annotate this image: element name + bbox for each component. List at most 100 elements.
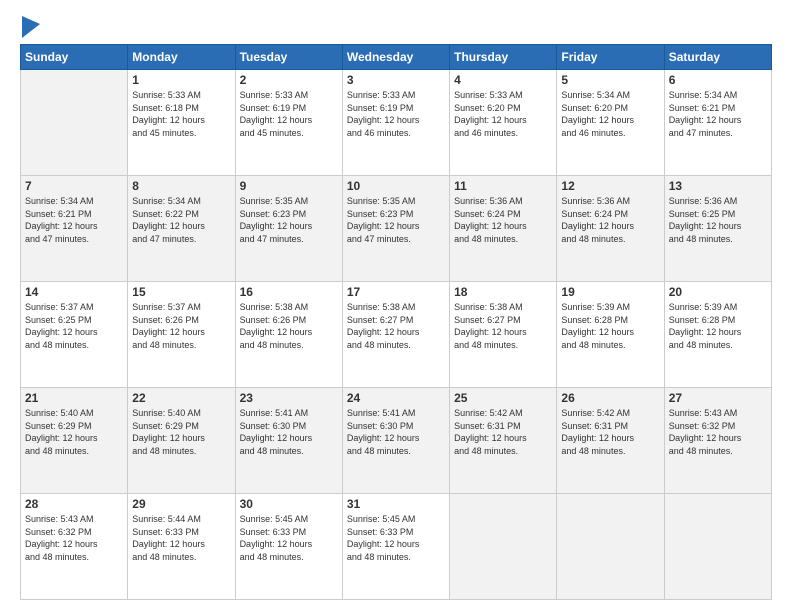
calendar-page: SundayMondayTuesdayWednesdayThursdayFrid… <box>0 0 792 612</box>
cell-day-number: 29 <box>132 497 230 511</box>
calendar-cell: 23 Sunrise: 5:41 AMSunset: 6:30 PMDayligh… <box>235 388 342 494</box>
cell-daylight-info: Sunrise: 5:38 AMSunset: 6:27 PMDaylight:… <box>347 301 445 351</box>
cell-day-number: 16 <box>240 285 338 299</box>
calendar-header-row: SundayMondayTuesdayWednesdayThursdayFrid… <box>21 45 772 70</box>
calendar-week-row: 28 Sunrise: 5:43 AMSunset: 6:32 PMDayligh… <box>21 494 772 600</box>
cell-day-number: 14 <box>25 285 123 299</box>
calendar-cell: 15Sunrise: 5:37 AMSunset: 6:26 PMDayligh… <box>128 282 235 388</box>
col-header-sunday: Sunday <box>21 45 128 70</box>
cell-daylight-info: Sunrise: 5:40 AMSunset: 6:29 PMDaylight:… <box>132 407 230 457</box>
calendar-cell: 1 Sunrise: 5:33 AMSunset: 6:18 PMDaylight… <box>128 70 235 176</box>
cell-daylight-info: Sunrise: 5:35 AMSunset: 6:23 PMDaylight:… <box>240 195 338 245</box>
cell-daylight-info: Sunrise: 5:36 AMSunset: 6:24 PMDaylight:… <box>454 195 552 245</box>
cell-day-number: 2 <box>240 73 338 87</box>
cell-day-number: 20 <box>669 285 767 299</box>
calendar-table: SundayMondayTuesdayWednesdayThursdayFrid… <box>20 44 772 600</box>
calendar-week-row: 7 Sunrise: 5:34 AMSunset: 6:21 PMDaylight… <box>21 176 772 282</box>
cell-day-number: 13 <box>669 179 767 193</box>
calendar-cell: 2 Sunrise: 5:33 AMSunset: 6:19 PMDaylight… <box>235 70 342 176</box>
col-header-friday: Friday <box>557 45 664 70</box>
cell-day-number: 8 <box>132 179 230 193</box>
cell-day-number: 10 <box>347 179 445 193</box>
cell-day-number: 5 <box>561 73 659 87</box>
cell-day-number: 27 <box>669 391 767 405</box>
calendar-cell: 29 Sunrise: 5:44 AMSunset: 6:33 PMDayligh… <box>128 494 235 600</box>
cell-daylight-info: Sunrise: 5:33 AMSunset: 6:19 PMDaylight:… <box>347 89 445 139</box>
calendar-cell: 30 Sunrise: 5:45 AMSunset: 6:33 PMDayligh… <box>235 494 342 600</box>
header <box>20 18 772 38</box>
cell-day-number: 7 <box>25 179 123 193</box>
cell-day-number: 30 <box>240 497 338 511</box>
cell-daylight-info: Sunrise: 5:42 AMSunset: 6:31 PMDaylight:… <box>454 407 552 457</box>
cell-day-number: 1 <box>132 73 230 87</box>
cell-daylight-info: Sunrise: 5:45 AMSunset: 6:33 PMDaylight:… <box>240 513 338 563</box>
calendar-cell: 11Sunrise: 5:36 AMSunset: 6:24 PMDayligh… <box>450 176 557 282</box>
cell-daylight-info: Sunrise: 5:40 AMSunset: 6:29 PMDaylight:… <box>25 407 123 457</box>
calendar-cell: 28 Sunrise: 5:43 AMSunset: 6:32 PMDayligh… <box>21 494 128 600</box>
cell-day-number: 4 <box>454 73 552 87</box>
cell-day-number: 31 <box>347 497 445 511</box>
cell-daylight-info: Sunrise: 5:36 AMSunset: 6:25 PMDaylight:… <box>669 195 767 245</box>
cell-day-number: 21 <box>25 391 123 405</box>
cell-daylight-info: Sunrise: 5:39 AMSunset: 6:28 PMDaylight:… <box>669 301 767 351</box>
calendar-cell: 24 Sunrise: 5:41 AMSunset: 6:30 PMDayligh… <box>342 388 449 494</box>
calendar-week-row: 14 Sunrise: 5:37 AMSunset: 6:25 PMDayligh… <box>21 282 772 388</box>
calendar-week-row: 1 Sunrise: 5:33 AMSunset: 6:18 PMDaylight… <box>21 70 772 176</box>
cell-daylight-info: Sunrise: 5:38 AMSunset: 6:26 PMDaylight:… <box>240 301 338 351</box>
calendar-cell: 8 Sunrise: 5:34 AMSunset: 6:22 PMDaylight… <box>128 176 235 282</box>
logo-icon <box>22 16 40 38</box>
cell-day-number: 24 <box>347 391 445 405</box>
calendar-cell: 3 Sunrise: 5:33 AMSunset: 6:19 PMDaylight… <box>342 70 449 176</box>
cell-daylight-info: Sunrise: 5:34 AMSunset: 6:22 PMDaylight:… <box>132 195 230 245</box>
cell-daylight-info: Sunrise: 5:43 AMSunset: 6:32 PMDaylight:… <box>25 513 123 563</box>
col-header-tuesday: Tuesday <box>235 45 342 70</box>
cell-daylight-info: Sunrise: 5:39 AMSunset: 6:28 PMDaylight:… <box>561 301 659 351</box>
calendar-cell: 10Sunrise: 5:35 AMSunset: 6:23 PMDayligh… <box>342 176 449 282</box>
calendar-cell: 13 Sunrise: 5:36 AMSunset: 6:25 PMDayligh… <box>664 176 771 282</box>
cell-daylight-info: Sunrise: 5:37 AMSunset: 6:25 PMDaylight:… <box>25 301 123 351</box>
cell-day-number: 22 <box>132 391 230 405</box>
cell-daylight-info: Sunrise: 5:44 AMSunset: 6:33 PMDaylight:… <box>132 513 230 563</box>
cell-daylight-info: Sunrise: 5:33 AMSunset: 6:18 PMDaylight:… <box>132 89 230 139</box>
cell-daylight-info: Sunrise: 5:42 AMSunset: 6:31 PMDaylight:… <box>561 407 659 457</box>
cell-daylight-info: Sunrise: 5:34 AMSunset: 6:21 PMDaylight:… <box>25 195 123 245</box>
col-header-monday: Monday <box>128 45 235 70</box>
calendar-week-row: 21 Sunrise: 5:40 AMSunset: 6:29 PMDayligh… <box>21 388 772 494</box>
col-header-saturday: Saturday <box>664 45 771 70</box>
cell-daylight-info: Sunrise: 5:33 AMSunset: 6:19 PMDaylight:… <box>240 89 338 139</box>
cell-day-number: 25 <box>454 391 552 405</box>
cell-daylight-info: Sunrise: 5:45 AMSunset: 6:33 PMDaylight:… <box>347 513 445 563</box>
calendar-cell: 4 Sunrise: 5:33 AMSunset: 6:20 PMDaylight… <box>450 70 557 176</box>
col-header-wednesday: Wednesday <box>342 45 449 70</box>
cell-day-number: 3 <box>347 73 445 87</box>
calendar-cell: 14 Sunrise: 5:37 AMSunset: 6:25 PMDayligh… <box>21 282 128 388</box>
calendar-cell: 12Sunrise: 5:36 AMSunset: 6:24 PMDayligh… <box>557 176 664 282</box>
calendar-cell: 31 Sunrise: 5:45 AMSunset: 6:33 PMDayligh… <box>342 494 449 600</box>
cell-daylight-info: Sunrise: 5:38 AMSunset: 6:27 PMDaylight:… <box>454 301 552 351</box>
cell-day-number: 9 <box>240 179 338 193</box>
calendar-cell <box>21 70 128 176</box>
calendar-cell: 7 Sunrise: 5:34 AMSunset: 6:21 PMDaylight… <box>21 176 128 282</box>
cell-daylight-info: Sunrise: 5:41 AMSunset: 6:30 PMDaylight:… <box>240 407 338 457</box>
calendar-cell <box>450 494 557 600</box>
cell-daylight-info: Sunrise: 5:33 AMSunset: 6:20 PMDaylight:… <box>454 89 552 139</box>
cell-daylight-info: Sunrise: 5:36 AMSunset: 6:24 PMDaylight:… <box>561 195 659 245</box>
cell-daylight-info: Sunrise: 5:34 AMSunset: 6:20 PMDaylight:… <box>561 89 659 139</box>
calendar-cell <box>557 494 664 600</box>
cell-day-number: 18 <box>454 285 552 299</box>
calendar-cell: 20 Sunrise: 5:39 AMSunset: 6:28 PMDayligh… <box>664 282 771 388</box>
cell-day-number: 23 <box>240 391 338 405</box>
calendar-cell: 9 Sunrise: 5:35 AMSunset: 6:23 PMDaylight… <box>235 176 342 282</box>
cell-daylight-info: Sunrise: 5:34 AMSunset: 6:21 PMDaylight:… <box>669 89 767 139</box>
col-header-thursday: Thursday <box>450 45 557 70</box>
cell-day-number: 19 <box>561 285 659 299</box>
cell-day-number: 17 <box>347 285 445 299</box>
calendar-cell: 18 Sunrise: 5:38 AMSunset: 6:27 PMDayligh… <box>450 282 557 388</box>
calendar-cell: 26Sunrise: 5:42 AMSunset: 6:31 PMDayligh… <box>557 388 664 494</box>
cell-daylight-info: Sunrise: 5:37 AMSunset: 6:26 PMDaylight:… <box>132 301 230 351</box>
calendar-cell: 5 Sunrise: 5:34 AMSunset: 6:20 PMDaylight… <box>557 70 664 176</box>
cell-daylight-info: Sunrise: 5:41 AMSunset: 6:30 PMDaylight:… <box>347 407 445 457</box>
calendar-cell: 27Sunrise: 5:43 AMSunset: 6:32 PMDayligh… <box>664 388 771 494</box>
cell-day-number: 28 <box>25 497 123 511</box>
calendar-cell: 6Sunrise: 5:34 AMSunset: 6:21 PMDaylight… <box>664 70 771 176</box>
